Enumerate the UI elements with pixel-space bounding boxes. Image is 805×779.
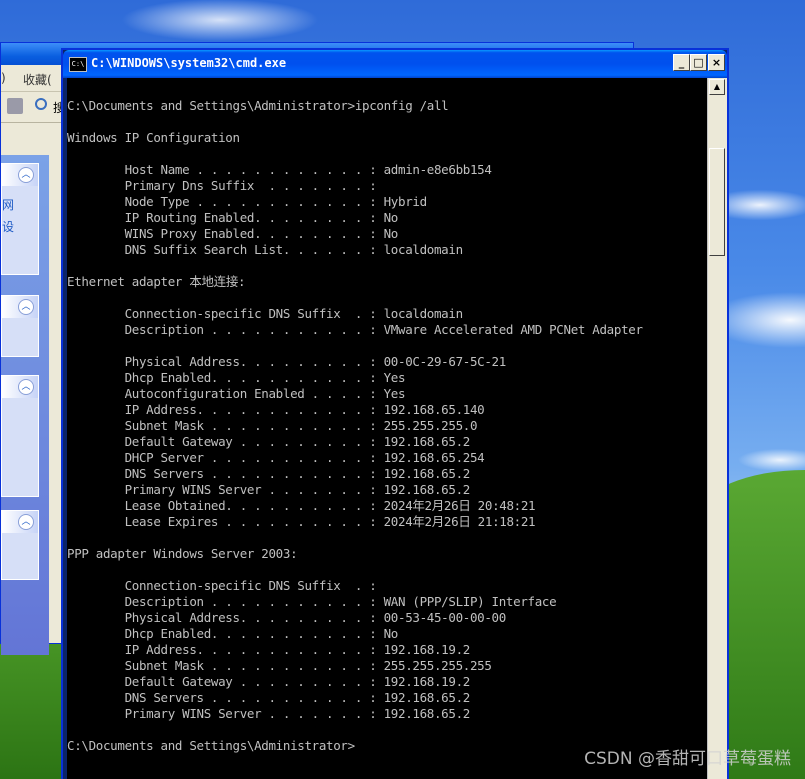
chevron-up-icon[interactable]: ︿ bbox=[18, 299, 34, 315]
console-line: Primary Dns Suffix . . . . . . . : bbox=[67, 178, 377, 193]
menu-favorites[interactable]: 收藏( bbox=[23, 71, 52, 88]
task-box-header[interactable]: ︿ bbox=[2, 376, 38, 398]
console-line: Subnet Mask . . . . . . . . . . . : 255.… bbox=[67, 418, 478, 433]
task-link[interactable]: 网 bbox=[2, 194, 38, 216]
console-line: Host Name . . . . . . . . . . . . : admi… bbox=[67, 162, 492, 177]
task-box-2: ︿ bbox=[1, 295, 39, 357]
task-box-header[interactable]: ︿ bbox=[2, 511, 38, 533]
scrollbar-thumb[interactable] bbox=[709, 148, 725, 256]
close-button[interactable]: × bbox=[708, 54, 725, 71]
chevron-up-icon[interactable]: ︿ bbox=[18, 514, 34, 530]
console-line: Default Gateway . . . . . . . . . : 192.… bbox=[67, 434, 471, 449]
console-line: WINS Proxy Enabled. . . . . . . . : No bbox=[67, 226, 399, 241]
console-line: Physical Address. . . . . . . . . : 00-0… bbox=[67, 354, 507, 369]
console-line: Node Type . . . . . . . . . . . . : Hybr… bbox=[67, 194, 428, 209]
console-icon[interactable]: C:\ bbox=[69, 57, 87, 72]
console-line: C:\Documents and Settings\Administrator> bbox=[67, 738, 355, 753]
console-line: DHCP Server . . . . . . . . . . . : 192.… bbox=[67, 450, 485, 465]
console-line: Dhcp Enabled. . . . . . . . . . . : Yes bbox=[67, 370, 406, 385]
console-line: IP Routing Enabled. . . . . . . . : No bbox=[67, 210, 399, 225]
console-line: Lease Expires . . . . . . . . . . : 2024… bbox=[67, 514, 536, 529]
cmd-titlebar[interactable]: C:\ C:\WINDOWS\system32\cmd.exe _ □ × bbox=[63, 50, 727, 78]
task-box-3: ︿ bbox=[1, 375, 39, 497]
console-line: Autoconfiguration Enabled . . . . : Yes bbox=[67, 386, 406, 401]
console-line: Primary WINS Server . . . . . . . : 192.… bbox=[67, 482, 471, 497]
cmd-window[interactable]: C:\ C:\WINDOWS\system32\cmd.exe _ □ × C:… bbox=[61, 48, 729, 779]
console-text: C:\Documents and Settings\Administrator>… bbox=[67, 98, 643, 754]
console-line: DNS Servers . . . . . . . . . . . : 192.… bbox=[67, 690, 471, 705]
console-line: Connection-specific DNS Suffix . : local… bbox=[67, 306, 464, 321]
console-line: Physical Address. . . . . . . . . : 00-5… bbox=[67, 610, 507, 625]
task-link[interactable]: 设 bbox=[2, 216, 38, 238]
console-line: PPP adapter Windows Server 2003: bbox=[67, 546, 298, 561]
minimize-button[interactable]: _ bbox=[673, 54, 690, 71]
console-line: DNS Suffix Search List. . . . . . : loca… bbox=[67, 242, 464, 257]
console-line: Ethernet adapter 本地连接: bbox=[67, 274, 246, 289]
console-line: IP Address. . . . . . . . . . . . : 192.… bbox=[67, 402, 485, 417]
console-line: Windows IP Configuration bbox=[67, 130, 240, 145]
task-box-header[interactable]: ︿ bbox=[2, 296, 38, 318]
search-icon[interactable] bbox=[35, 98, 47, 110]
console-line: Subnet Mask . . . . . . . . . . . : 255.… bbox=[67, 658, 492, 673]
toolbar-item-icon[interactable] bbox=[7, 98, 23, 114]
vertical-scrollbar[interactable]: ▲ bbox=[707, 78, 727, 779]
task-box-header[interactable]: ︿ bbox=[2, 164, 38, 186]
console-line: Dhcp Enabled. . . . . . . . . . . : No bbox=[67, 626, 399, 641]
chevron-up-icon[interactable]: ︿ bbox=[18, 379, 34, 395]
cmd-window-title: C:\WINDOWS\system32\cmd.exe bbox=[91, 56, 287, 70]
console-output-area[interactable]: C:\Documents and Settings\Administrator>… bbox=[67, 78, 708, 779]
console-line: Connection-specific DNS Suffix . : bbox=[67, 578, 377, 593]
task-box-4: ︿ bbox=[1, 510, 39, 580]
menu-fragment[interactable]: ) bbox=[1, 71, 6, 85]
console-line: Description . . . . . . . . . . . : WAN … bbox=[67, 594, 557, 609]
console-line: Primary WINS Server . . . . . . . : 192.… bbox=[67, 706, 471, 721]
maximize-button[interactable]: □ bbox=[690, 54, 707, 71]
chevron-up-icon[interactable]: ︿ bbox=[18, 167, 34, 183]
console-line: Description . . . . . . . . . . . : VMwa… bbox=[67, 322, 643, 337]
console-line: DNS Servers . . . . . . . . . . . : 192.… bbox=[67, 466, 471, 481]
task-box-1: ︿ 网 设 bbox=[1, 163, 39, 275]
watermark-text: CSDN @香甜可口草莓蛋糕 bbox=[584, 749, 791, 769]
console-line: Default Gateway . . . . . . . . . : 192.… bbox=[67, 674, 471, 689]
console-line: C:\Documents and Settings\Administrator>… bbox=[67, 98, 449, 113]
console-line: Lease Obtained. . . . . . . . . . : 2024… bbox=[67, 498, 536, 513]
scroll-up-arrow-icon[interactable]: ▲ bbox=[709, 79, 725, 95]
task-pane: ︿ 网 设 ︿ ︿ ︿ bbox=[1, 155, 49, 655]
console-line: IP Address. . . . . . . . . . . . : 192.… bbox=[67, 642, 471, 657]
